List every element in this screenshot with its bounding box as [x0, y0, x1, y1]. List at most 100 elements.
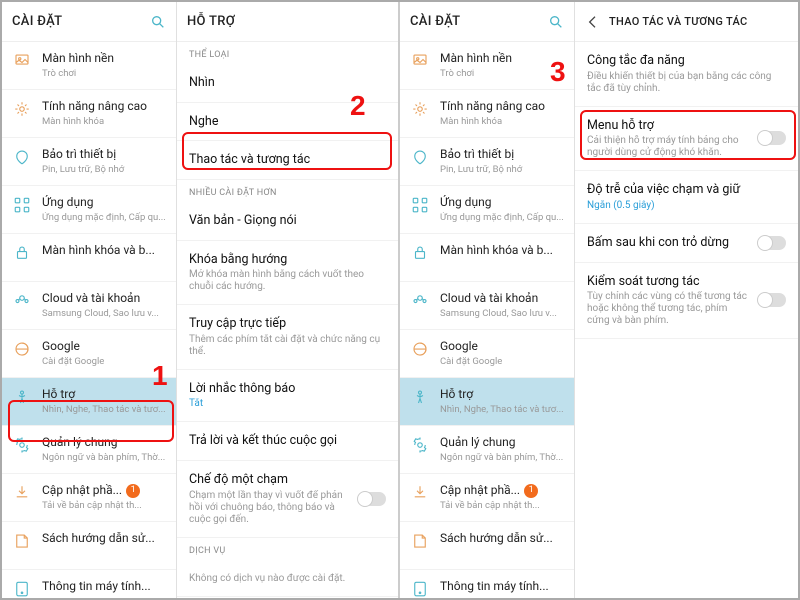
sidebar-item-4[interactable]: Màn hình khóa và b... [2, 234, 176, 282]
sidebar-item-11[interactable]: Thông tin máy tính... [2, 570, 176, 598]
sidebar-label: Màn hình khóa và b... [440, 243, 566, 258]
sidebar-icon [12, 147, 32, 167]
sidebar-sub: Samsung Cloud, Sao lưu v... [440, 308, 566, 319]
item-label: Chế độ một chạm [189, 472, 352, 488]
service-empty: Không có dịch vụ nào được cài đặt. [177, 560, 398, 597]
main-item-5[interactable]: Chế độ một chạm Chạm một lần thay vì vuốt… [177, 461, 398, 538]
main-item-2[interactable]: Thao tác và tương tác [177, 141, 398, 180]
sidebar-item-11[interactable]: Thông tin máy tính... [400, 570, 574, 598]
sidebar-item-9[interactable]: Cập nhật phầ...1Tải về bản cập nhật th..… [2, 474, 176, 522]
sidebar-item-10[interactable]: Sách hướng dẫn sử... [2, 522, 176, 570]
sidebar-sub: Nhìn, Nghe, Thao tác và tươ... [440, 404, 566, 415]
sidebar-label: Tính năng nâng cao [42, 99, 168, 114]
sidebar-item-7[interactable]: Hỗ trợ Nhìn, Nghe, Thao tác và tươ... [2, 378, 176, 426]
sidebar-item-9[interactable]: Cập nhật phầ...1 Tải về bản cập nhật th..… [400, 474, 574, 522]
item-label: Menu hỗ trợ [587, 118, 752, 134]
main-item-4[interactable]: Trả lời và kết thúc cuộc gọi [177, 422, 398, 461]
sidebar-icon [12, 483, 32, 503]
pane-left: CÀI ĐẶT Màn hình nềnTrò chơiTính năng nâ… [2, 2, 400, 598]
sidebar-label: Màn hình khóa và b... [42, 243, 168, 258]
sidebar-sub: Nhìn, Nghe, Thao tác và tươ... [42, 404, 168, 415]
sidebar-item-3[interactable]: Ứng dụngỨng dụng mặc định, Cấp qu... [400, 186, 574, 234]
sidebar-icon [12, 243, 32, 263]
interaction-panel: THAO TÁC VÀ TƯƠNG TÁC Công tắc đa năngĐi… [575, 2, 798, 598]
main-item-3[interactable]: Bấm sau khi con trỏ dừng [575, 224, 798, 263]
sidebar-label: Thông tin máy tính... [42, 579, 168, 594]
main-item-0[interactable]: Văn bản - Giọng nói [177, 202, 398, 241]
item-label: Văn bản - Giọng nói [189, 213, 386, 229]
sidebar-icon [12, 531, 32, 551]
item-label: Kiểm soát tương tác [587, 274, 752, 290]
sidebar-icon [12, 195, 32, 215]
sidebar-label: Quản lý chung [42, 435, 168, 450]
sidebar-item-1[interactable]: Tính năng nâng caoMàn hình khóa [400, 90, 574, 138]
sidebar-label: Bảo trì thiết bị [42, 147, 168, 162]
sidebar-item-7[interactable]: Hỗ trợNhìn, Nghe, Thao tác và tươ... [400, 378, 574, 426]
sidebar-item-3[interactable]: Ứng dụngỨng dụng mặc định, Cấp qu... [2, 186, 176, 234]
sidebar-sub: Cài đặt Google [42, 356, 168, 367]
toggle-switch[interactable] [758, 131, 786, 145]
sidebar-item-4[interactable]: Màn hình khóa và b... [400, 234, 574, 282]
item-sub: Tùy chỉnh các vùng có thể tương tác hoặc… [587, 291, 752, 327]
sidebar-item-5[interactable]: Cloud và tài khoảnSamsung Cloud, Sao lưu… [400, 282, 574, 330]
main-item-0[interactable]: Công tắc đa năngĐiều khiển thiết bị của … [575, 42, 798, 107]
sidebar-icon [410, 291, 430, 311]
sidebar-label: Hỗ trợ [42, 387, 168, 402]
sidebar-item-1[interactable]: Tính năng nâng caoMàn hình khóa [2, 90, 176, 138]
search-icon[interactable] [150, 14, 166, 30]
sidebar-item-2[interactable]: Bảo trì thiết bịPin, Lưu trữ, Bộ nhớ [400, 138, 574, 186]
sidebar-label: Ứng dụng [440, 195, 566, 210]
sidebar-item-6[interactable]: GoogleCài đặt Google [2, 330, 176, 378]
main-item-1[interactable]: Khóa bằng hướngMở khóa màn hình bằng các… [177, 241, 398, 306]
sidebar-label: Google [440, 339, 566, 354]
toggle-switch[interactable] [758, 236, 786, 250]
sidebar-item-10[interactable]: Sách hướng dẫn sử... [400, 522, 574, 570]
sidebar-title: CÀI ĐẶT [12, 14, 62, 29]
main-item-0[interactable]: Nhìn [177, 64, 398, 103]
sidebar-icon [410, 147, 430, 167]
sidebar-item-8[interactable]: Quản lý chungNgôn ngữ và bàn phím, Thờ..… [400, 426, 574, 474]
support-panel: HỖ TRỢ THỂ LOẠI NhìnNgheThao tác và tươn… [177, 2, 398, 598]
sidebar-label: Thông tin máy tính... [440, 579, 566, 594]
back-icon[interactable] [585, 14, 601, 30]
update-badge: 1 [126, 484, 140, 498]
sidebar-sub: Samsung Cloud, Sao lưu v... [42, 308, 168, 319]
sidebar-item-2[interactable]: Bảo trì thiết bịPin, Lưu trữ, Bộ nhớ [2, 138, 176, 186]
sidebar-icon [410, 531, 430, 551]
sidebar-sub: Trò chơi [440, 68, 566, 79]
main-item-1[interactable]: Menu hỗ trợCải thiện hỗ trợ máy tính bản… [575, 107, 798, 172]
main-item-2[interactable]: Truy cập trực tiếpThêm các phím tắt cài … [177, 305, 398, 370]
sidebar-sub: Tải về bản cập nhật th... [42, 500, 168, 511]
main-item-4[interactable]: Kiểm soát tương tácTùy chỉnh các vùng có… [575, 263, 798, 340]
item-label: Công tắc đa năng [587, 53, 786, 69]
sidebar-label: Quản lý chung [440, 435, 566, 450]
sidebar-label: Bảo trì thiết bị [440, 147, 566, 162]
search-icon[interactable] [548, 14, 564, 30]
sidebar-icon [12, 339, 32, 359]
sidebar-label: Cập nhật phầ...1 [440, 483, 566, 498]
sidebar-item-0[interactable]: Màn hình nền Trò chơi [400, 42, 574, 90]
main-item-2[interactable]: Độ trễ của việc chạm và giữNgắn (0.5 giâ… [575, 171, 798, 224]
toggle-switch[interactable] [358, 492, 386, 506]
settings-sidebar-r: CÀI ĐẶT Màn hình nềnTrò chơiTính năng nâ… [400, 2, 575, 598]
sidebar-icon [12, 291, 32, 311]
item-sub: Chạm một lần thay vì vuốt để phản hồi vớ… [189, 490, 352, 526]
sidebar-label: Cloud và tài khoản [42, 291, 168, 306]
pane-right: CÀI ĐẶT Màn hình nềnTrò chơiTính năng nâ… [400, 2, 798, 598]
sidebar-header: CÀI ĐẶT [2, 2, 176, 42]
sidebar-icon [410, 483, 430, 503]
settings-sidebar: CÀI ĐẶT Màn hình nềnTrò chơiTính năng nâ… [2, 2, 177, 598]
sidebar-item-5[interactable]: Cloud và tài khoản Samsung Cloud, Sao lưu… [2, 282, 176, 330]
sidebar-item-8[interactable]: Quản lý chungNgôn ngữ và bàn phím, Thờ..… [2, 426, 176, 474]
main-header-left: HỖ TRỢ [177, 2, 398, 42]
sidebar-item-0[interactable]: Màn hình nềnTrò chơi [2, 42, 176, 90]
sidebar-icon [410, 387, 430, 407]
main-item-1[interactable]: Nghe [177, 103, 398, 142]
main-item-3[interactable]: Lời nhắc thông báoTắt [177, 370, 398, 423]
item-sub: Thêm các phím tắt cài đặt và chức năng c… [189, 334, 386, 358]
sidebar-item-6[interactable]: GoogleCài đặt Google [400, 330, 574, 378]
sidebar-sub: Tải về bản cập nhật th... [440, 500, 566, 511]
sidebar-icon [410, 51, 430, 71]
sidebar-label: Màn hình nền [440, 51, 566, 66]
toggle-switch[interactable] [758, 293, 786, 307]
